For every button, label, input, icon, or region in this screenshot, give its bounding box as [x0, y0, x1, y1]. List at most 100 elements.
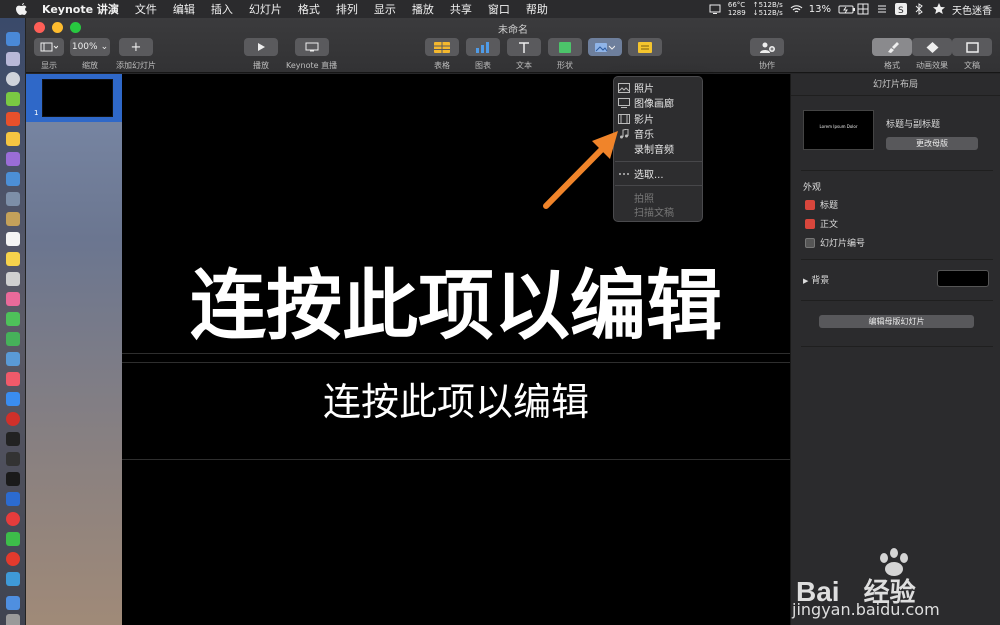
menu-item-choose[interactable]: 选取...	[618, 166, 700, 181]
menu-edit[interactable]: 编辑	[165, 1, 203, 17]
terminal-icon[interactable]	[6, 432, 20, 446]
checkbox-empty-icon	[805, 237, 815, 248]
grid-icon[interactable]	[857, 3, 869, 15]
table-button[interactable]	[425, 38, 459, 56]
slide-number-checkbox[interactable]: 幻灯片编号	[805, 236, 865, 249]
menu-help[interactable]: 帮助	[518, 1, 556, 17]
chrome-icon[interactable]	[6, 112, 20, 126]
menu-share[interactable]: 共享	[442, 1, 480, 17]
menu-item-music[interactable]: 音乐	[618, 126, 700, 141]
collab-button[interactable]	[750, 38, 784, 56]
shape-tool: 形状	[548, 38, 582, 71]
view-tool: 显示	[34, 38, 64, 71]
finder-icon[interactable]	[6, 32, 20, 46]
background-disclosure[interactable]: ▶ 背景	[803, 273, 829, 286]
title-checkbox-label: 标题	[820, 201, 839, 211]
contacts-icon[interactable]	[6, 212, 20, 226]
list-icon[interactable]	[876, 3, 888, 15]
screen: Keynote 讲演 文件 编辑 插入 幻灯片 格式 排列 显示 播放 共享 窗…	[0, 0, 1000, 625]
messages-icon[interactable]	[6, 312, 20, 326]
android-icon[interactable]	[6, 92, 20, 106]
appstore-icon[interactable]	[6, 392, 20, 406]
menu-item-movie[interactable]: 影片	[618, 111, 700, 126]
menu-arrange[interactable]: 排列	[328, 1, 366, 17]
apple-icon[interactable]	[14, 2, 28, 16]
media-tool	[588, 38, 622, 56]
menu-window[interactable]: 窗口	[480, 1, 518, 17]
net-stat[interactable]: ↑512B/s ↓512B/s	[753, 1, 783, 17]
battery-icon[interactable]	[838, 3, 855, 15]
body-checkbox[interactable]: 正文	[805, 217, 838, 230]
menu-play[interactable]: 播放	[404, 1, 442, 17]
menu-insert[interactable]: 插入	[203, 1, 241, 17]
safari-icon[interactable]	[6, 72, 20, 86]
facetime-icon[interactable]	[6, 332, 20, 346]
background-color-well[interactable]	[937, 270, 989, 287]
yandex-icon[interactable]	[6, 512, 20, 526]
user-name[interactable]: 天色迷香	[952, 2, 992, 17]
compass-icon[interactable]	[6, 172, 20, 186]
wifi-icon[interactable]	[790, 3, 803, 15]
menu-slide[interactable]: 幻灯片	[241, 1, 290, 17]
music-icon[interactable]	[6, 372, 20, 386]
display-icon[interactable]	[709, 3, 721, 15]
document-button[interactable]	[952, 38, 992, 56]
layout-thumbnail[interactable]: Lorem Ipsum Dolor	[803, 110, 874, 150]
screen-app-icon[interactable]	[6, 572, 20, 586]
launchpad-icon[interactable]	[6, 52, 20, 66]
zoom-select[interactable]: 100% ⌄	[70, 38, 110, 56]
menu-item-photos[interactable]: 照片	[618, 80, 700, 95]
plus-icon: +	[130, 39, 142, 55]
chart-button[interactable]	[466, 38, 500, 56]
live-label: Keynote 直播	[286, 61, 338, 70]
format-button[interactable]	[872, 38, 912, 56]
live-button[interactable]	[294, 38, 329, 56]
reminders-icon[interactable]	[6, 252, 20, 266]
app-icon-purple[interactable]	[6, 152, 20, 166]
comment-button[interactable]	[628, 38, 662, 56]
play-button[interactable]	[244, 38, 278, 56]
table-tool: 表格	[425, 38, 459, 71]
view-button[interactable]	[34, 38, 64, 56]
photos-icon[interactable]	[6, 272, 20, 286]
star-icon[interactable]	[933, 3, 945, 15]
trash-icon[interactable]	[6, 614, 20, 625]
console-icon[interactable]	[6, 472, 20, 486]
vivaldi-icon[interactable]	[6, 412, 20, 426]
slide-thumbnail[interactable]	[42, 79, 113, 117]
activity-icon[interactable]	[6, 452, 20, 466]
shape-button[interactable]	[548, 38, 582, 56]
vpn-icon[interactable]	[6, 492, 20, 506]
menu-item-record-audio[interactable]: 录制音频	[618, 141, 700, 156]
slide-thumbnail-selected[interactable]: 1	[26, 74, 122, 122]
netease-icon[interactable]	[6, 552, 20, 566]
slide-title[interactable]: 连按此项以编辑	[122, 244, 790, 354]
animate-button[interactable]	[912, 38, 952, 56]
photo-app-icon[interactable]	[6, 292, 20, 306]
svg-text:S: S	[898, 6, 904, 15]
menu-app[interactable]: Keynote 讲演	[34, 1, 127, 17]
downloads-folder-icon[interactable]	[6, 596, 20, 610]
calendar-icon[interactable]	[6, 232, 20, 246]
notes-icon[interactable]	[6, 132, 20, 146]
preview-icon[interactable]	[6, 192, 20, 206]
sogou-icon[interactable]: S	[895, 3, 907, 16]
menu-format[interactable]: 格式	[290, 1, 328, 17]
media-button[interactable]	[588, 38, 622, 56]
bluetooth-icon[interactable]	[914, 3, 926, 15]
add-slide-button[interactable]: +	[119, 38, 153, 56]
menu-view[interactable]: 显示	[366, 1, 404, 17]
menu-file[interactable]: 文件	[127, 1, 165, 17]
change-master-button[interactable]: 更改母版	[886, 137, 978, 150]
format-label: 格式	[884, 61, 900, 70]
slide-number-checkbox-label: 幻灯片编号	[820, 239, 866, 249]
keynote-dock-icon[interactable]	[6, 352, 20, 366]
text-button[interactable]	[507, 38, 541, 56]
slide-body[interactable]: 连按此项以编辑	[122, 371, 790, 426]
menu-item-take-photo-label: 拍照	[634, 194, 654, 205]
temp-stat[interactable]: 66°C 1289	[728, 1, 746, 17]
title-checkbox[interactable]: 标题	[805, 198, 838, 211]
edit-master-button[interactable]: 编辑母版幻灯片	[819, 315, 974, 328]
wechat-icon[interactable]	[6, 532, 20, 546]
menu-item-gallery[interactable]: 图像画廊	[618, 95, 700, 110]
